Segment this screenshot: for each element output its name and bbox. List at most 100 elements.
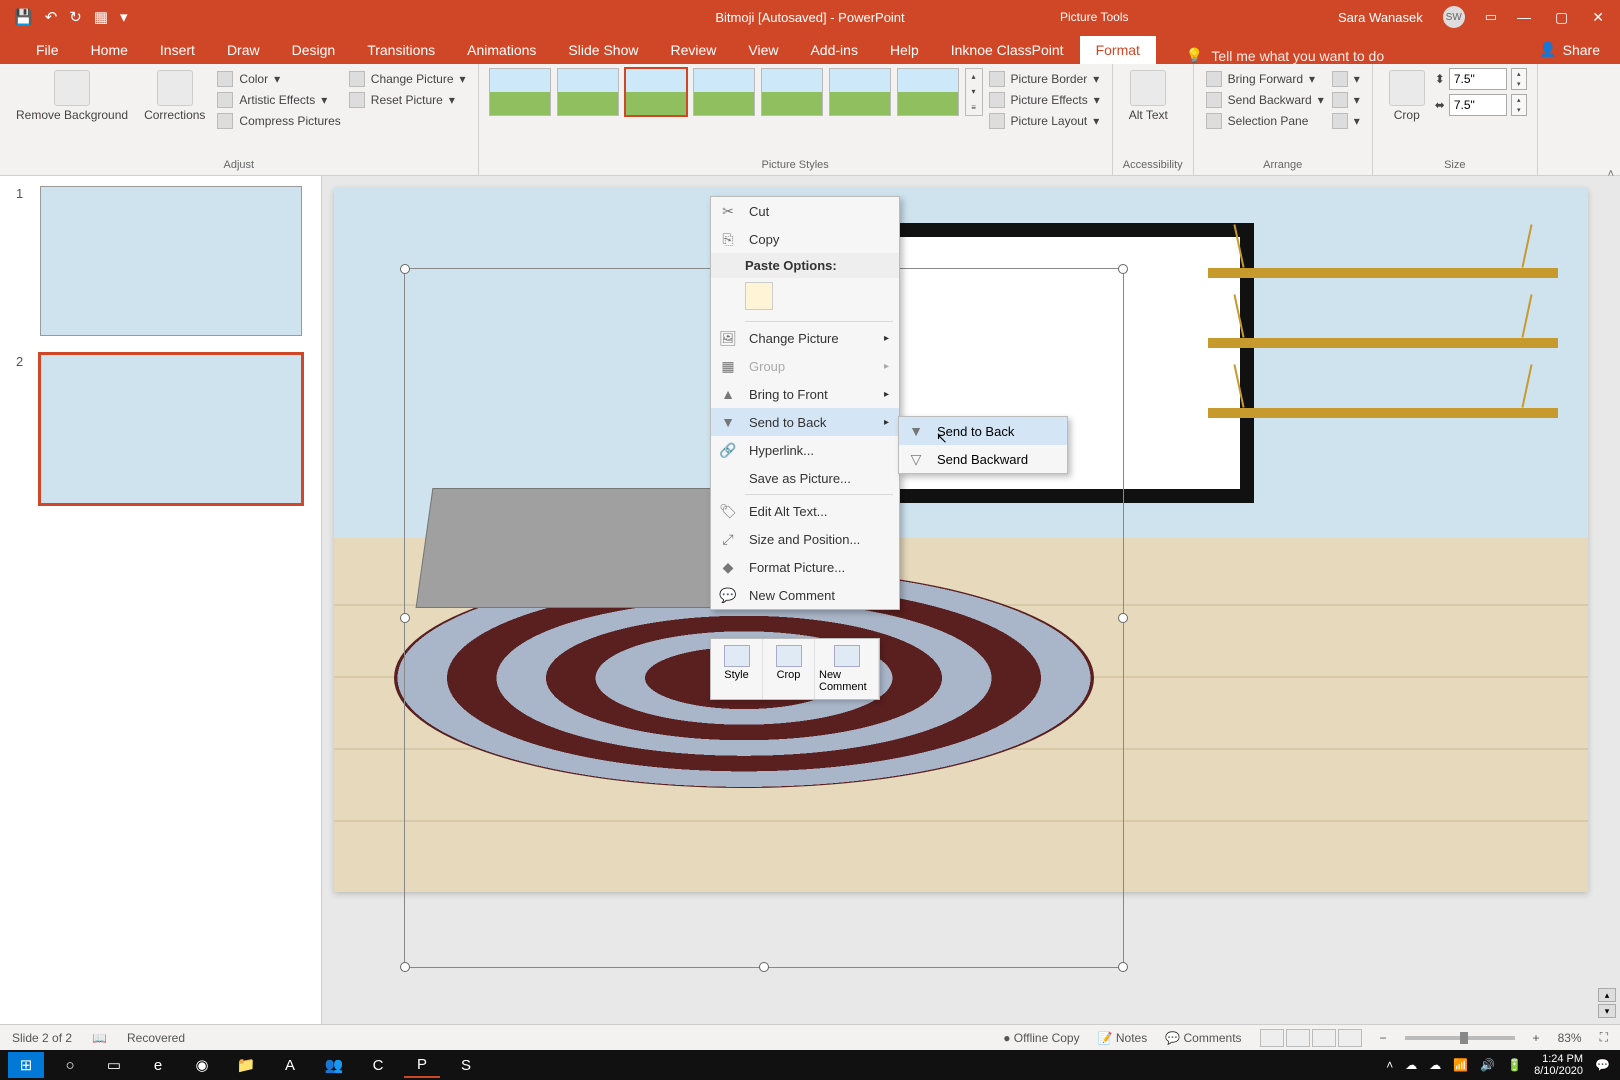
slide-thumbnails-panel[interactable]: 1 2 [0, 176, 322, 1024]
tab-insert[interactable]: Insert [144, 36, 211, 64]
tell-me-search[interactable]: Tell me what you want to do [1186, 47, 1384, 64]
resize-handle[interactable] [1118, 962, 1128, 972]
fit-to-window-button[interactable]: ⛶ [1600, 1030, 1608, 1045]
camtasia-icon[interactable]: C [360, 1052, 396, 1078]
ctx-copy[interactable]: ⎘Copy [711, 225, 899, 253]
rotate-button[interactable]: ▾ [1330, 112, 1362, 130]
tab-review[interactable]: Review [654, 36, 732, 64]
selection-pane-button[interactable]: Selection Pane [1204, 112, 1326, 130]
resize-handle[interactable] [759, 962, 769, 972]
width-down[interactable]: ▾ [1512, 105, 1526, 115]
ribbon-display-icon[interactable]: ▭ [1485, 9, 1497, 25]
ctx-change-picture[interactable]: 🖼Change Picture▸ [711, 324, 899, 352]
remove-background-button[interactable]: Remove Background [10, 68, 134, 124]
artistic-effects-button[interactable]: Artistic Effects ▾ [215, 91, 342, 109]
tab-draw[interactable]: Draw [211, 36, 276, 64]
onedrive-icon[interactable]: ☁ [1405, 1058, 1417, 1072]
tab-design[interactable]: Design [276, 36, 352, 64]
tab-view[interactable]: View [732, 36, 794, 64]
notifications-icon[interactable]: 💬 [1595, 1058, 1610, 1072]
mini-crop-button[interactable]: Crop [763, 639, 815, 699]
bring-forward-button[interactable]: Bring Forward ▾ [1204, 70, 1326, 88]
tray-expand-icon[interactable]: ˄ [1386, 1058, 1393, 1072]
reset-picture-button[interactable]: Reset Picture ▾ [347, 91, 468, 109]
slideshow-view-button[interactable] [1338, 1029, 1362, 1047]
slide-counter[interactable]: Slide 2 of 2 [12, 1031, 72, 1045]
ctx-hyperlink[interactable]: 🔗Hyperlink... [711, 436, 899, 464]
close-button[interactable]: ✕ [1592, 9, 1604, 26]
zoom-in-button[interactable]: + [1533, 1031, 1540, 1045]
save-icon[interactable]: 💾 [14, 8, 33, 26]
edge-icon[interactable]: e [140, 1052, 176, 1078]
tab-help[interactable]: Help [874, 36, 935, 64]
picture-styles-gallery[interactable]: ▴▾≡ [489, 68, 983, 116]
sorter-view-button[interactable] [1286, 1029, 1310, 1047]
ctx-save-as-picture[interactable]: Save as Picture... [711, 464, 899, 492]
normal-view-button[interactable] [1260, 1029, 1284, 1047]
tab-slide-show[interactable]: Slide Show [552, 36, 654, 64]
picture-layout-button[interactable]: Picture Layout ▾ [987, 112, 1102, 130]
prev-slide-button[interactable]: ▴ [1598, 988, 1616, 1002]
send-backward-button[interactable]: Send Backward ▾ [1204, 91, 1326, 109]
ctx-cut[interactable]: ✂Cut [711, 197, 899, 225]
ctx-edit-alt-text[interactable]: 🏷Edit Alt Text... [711, 497, 899, 525]
battery-icon[interactable]: 🔋 [1507, 1058, 1522, 1072]
slide-canvas[interactable] [334, 188, 1588, 892]
style-thumb[interactable] [693, 68, 755, 116]
picture-effects-button[interactable]: Picture Effects ▾ [987, 91, 1102, 109]
tab-format[interactable]: Format [1080, 36, 1156, 64]
snagit-icon[interactable]: S [448, 1052, 484, 1078]
group-objects-button[interactable]: ▾ [1330, 91, 1362, 109]
shelves-image[interactable] [1208, 268, 1558, 478]
align-button[interactable]: ▾ [1330, 70, 1362, 88]
style-thumb[interactable] [557, 68, 619, 116]
spell-check-icon[interactable]: 📖 [92, 1031, 107, 1045]
height-up[interactable]: ▴ [1512, 69, 1526, 79]
width-up[interactable]: ▴ [1512, 95, 1526, 105]
crop-button[interactable]: Crop [1383, 68, 1431, 124]
comments-button[interactable]: 💬 Comments [1165, 1031, 1241, 1045]
notes-button[interactable]: 📝 Notes [1098, 1031, 1148, 1045]
tab-animations[interactable]: Animations [451, 36, 552, 64]
user-avatar[interactable]: SW [1443, 6, 1465, 28]
submenu-send-backward[interactable]: ▽Send Backward [899, 445, 1067, 473]
redo-icon[interactable]: ↻ [69, 8, 82, 26]
volume-icon[interactable]: 🔊 [1480, 1058, 1495, 1072]
tab-file[interactable]: File [20, 36, 75, 64]
tab-transitions[interactable]: Transitions [351, 36, 451, 64]
next-slide-button[interactable]: ▾ [1598, 1004, 1616, 1018]
slide-thumbnail-2[interactable] [40, 354, 302, 504]
style-thumb[interactable] [489, 68, 551, 116]
ctx-send-to-back[interactable]: ▼Send to Back▸ [711, 408, 899, 436]
ctx-new-comment[interactable]: 💬New Comment [711, 581, 899, 609]
mini-style-button[interactable]: Style [711, 639, 763, 699]
height-down[interactable]: ▾ [1512, 79, 1526, 89]
submenu-send-to-back[interactable]: ▼Send to Back [899, 417, 1067, 445]
styles-more-button[interactable]: ▴▾≡ [965, 68, 983, 116]
wifi-icon[interactable]: 📶 [1453, 1058, 1468, 1072]
offline-copy-button[interactable]: ● Offline Copy [1003, 1031, 1079, 1045]
paste-option-button[interactable] [745, 282, 773, 310]
style-thumb[interactable] [625, 68, 687, 116]
zoom-out-button[interactable]: − [1380, 1031, 1387, 1045]
corrections-button[interactable]: Corrections [138, 68, 211, 124]
ctx-bring-to-front[interactable]: ▲Bring to Front▸ [711, 380, 899, 408]
system-clock[interactable]: 1:24 PM 8/10/2020 [1534, 1053, 1583, 1077]
share-button[interactable]: 👤 Share [1519, 35, 1620, 64]
style-thumb[interactable] [897, 68, 959, 116]
chrome-icon[interactable]: ◉ [184, 1052, 220, 1078]
onedrive-icon[interactable]: ☁ [1429, 1058, 1441, 1072]
tab-classpoint[interactable]: Inknoe ClassPoint [935, 36, 1080, 64]
powerpoint-icon[interactable]: P [404, 1052, 440, 1078]
mini-new-comment-button[interactable]: New Comment [815, 639, 879, 699]
zoom-percent[interactable]: 83% [1558, 1031, 1582, 1045]
minimize-button[interactable]: — [1517, 9, 1531, 26]
slide-canvas-area[interactable]: ▴ ▾ [322, 176, 1620, 1024]
ctx-size-position[interactable]: ⤢Size and Position... [711, 525, 899, 553]
resize-handle[interactable] [400, 962, 410, 972]
height-input[interactable] [1449, 68, 1507, 90]
ctx-format-picture[interactable]: ◆Format Picture... [711, 553, 899, 581]
slide-thumbnail-1[interactable] [40, 186, 302, 336]
reading-view-button[interactable] [1312, 1029, 1336, 1047]
style-thumb[interactable] [829, 68, 891, 116]
